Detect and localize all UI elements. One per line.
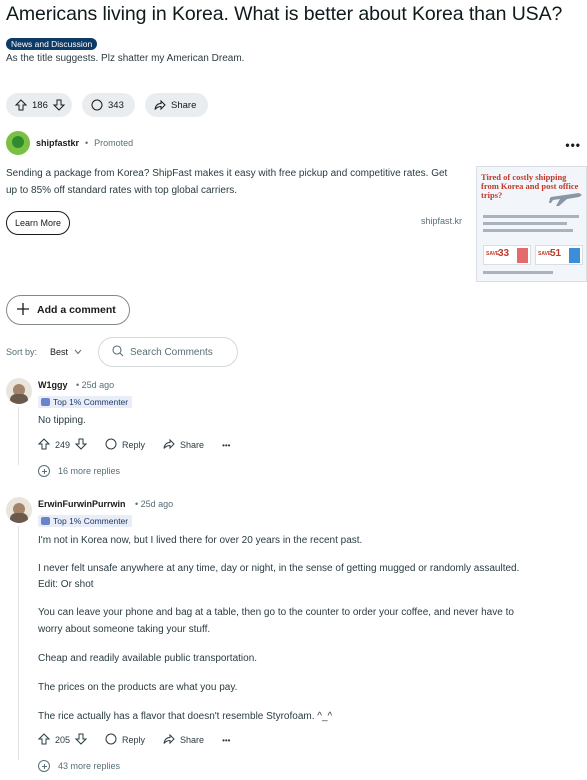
discount-box: SAVE 51 <box>535 245 583 265</box>
share-icon <box>154 99 166 111</box>
comment-text: Edit: Or shot <box>38 579 94 590</box>
sort-label: Sort by: <box>6 347 38 357</box>
airplane-icon <box>549 193 582 206</box>
upvote-icon[interactable] <box>37 438 51 452</box>
share-label: Share <box>171 99 197 111</box>
comment-time: • 25d ago <box>135 499 174 509</box>
search-placeholder: Search Comments <box>130 346 213 358</box>
comment-icon <box>91 99 103 111</box>
comment-author[interactable]: W1ggy <box>38 380 68 390</box>
ad-text: Sending a package from Korea? ShipFast m… <box>6 168 448 196</box>
share-icon <box>163 438 175 452</box>
thread-line <box>18 407 19 465</box>
comment-text: Cheap and readily available public trans… <box>38 653 258 664</box>
advertiser-name[interactable]: shipfastkr <box>36 138 79 148</box>
downvote-icon[interactable] <box>74 733 88 747</box>
comment-actions: 249 Reply Share ••• <box>37 438 230 452</box>
more-replies-label: 43 more replies <box>58 761 121 771</box>
commenter-badge: Top 1% Commenter <box>38 515 133 527</box>
add-comment-label: Add a comment <box>37 304 116 316</box>
ad-header: shipfastkr • Promoted <box>6 131 133 155</box>
discount-value: 33 <box>498 248 510 259</box>
plus-icon <box>16 302 30 319</box>
comment-text: I never felt unsafe anywhere at any time… <box>38 563 520 574</box>
comment-count: 343 <box>108 99 124 111</box>
post-body: As the title suggests. Plz shatter my Am… <box>6 53 245 64</box>
more-replies-link[interactable]: 43 more replies <box>38 760 120 772</box>
vote-count: 186 <box>32 99 48 111</box>
ad-fine-print-line <box>483 222 567 225</box>
comment-author[interactable]: ErwinFurwinPurrwin <box>38 499 126 509</box>
vote-pill: 186 <box>6 93 72 117</box>
more-options-button[interactable]: ••• <box>222 736 230 745</box>
ad-domain[interactable]: shipfast.kr <box>421 216 462 226</box>
more-options-button[interactable]: ••• <box>222 441 230 450</box>
more-replies-label: 16 more replies <box>58 466 121 476</box>
share-button[interactable]: Share <box>145 93 208 117</box>
upvote-icon[interactable] <box>37 733 51 747</box>
ad-options-button[interactable]: ••• <box>565 138 581 152</box>
comment-time-text: 25d ago <box>81 380 115 390</box>
discount-value: 51 <box>550 248 562 259</box>
thread-line <box>18 526 19 760</box>
upvote-icon[interactable] <box>15 99 27 111</box>
comment-text: The rice actually has a flavor that does… <box>38 711 333 722</box>
vote-count: 249 <box>55 440 71 450</box>
more-replies-link[interactable]: 16 more replies <box>38 465 120 477</box>
reply-button[interactable]: Reply <box>105 438 145 452</box>
comments-button[interactable]: 343 <box>82 93 135 117</box>
downvote-icon[interactable] <box>74 438 88 452</box>
learn-more-button[interactable]: Learn More <box>6 211 71 235</box>
carrier-tag <box>569 248 580 263</box>
comment-text: The prices on the products are what you … <box>38 682 238 693</box>
downvote-icon[interactable] <box>52 99 65 111</box>
reply-label: Reply <box>122 440 146 450</box>
comment-time: • 25d ago <box>76 380 115 390</box>
share-label: Share <box>180 735 205 745</box>
share-label: Share <box>180 440 205 450</box>
avatar[interactable] <box>6 497 32 523</box>
ad-image[interactable]: Tired of costly shipping from Korea and … <box>476 166 587 282</box>
flair-badge[interactable]: News and Discussion <box>6 38 98 50</box>
comment-text: worry about someone taking your stuff. <box>38 624 211 635</box>
chevron-down-icon <box>74 347 82 357</box>
ad-fine-print-line <box>483 229 573 232</box>
comment-time-text: 25d ago <box>140 499 174 509</box>
separator-dot: • <box>85 138 89 148</box>
discount-box: SAVE 33 <box>483 245 531 265</box>
comment-actions: 205 Reply Share ••• <box>37 733 230 747</box>
post-title: Americans living in Korea. What is bette… <box>6 3 563 25</box>
comment-text: No tipping. <box>38 415 86 426</box>
share-button[interactable]: Share <box>163 438 204 452</box>
add-comment-button[interactable]: Add a comment <box>6 295 130 325</box>
vote-count: 205 <box>55 735 71 745</box>
comment-text: You can leave your phone and bag at a ta… <box>38 607 514 618</box>
ad-fine-print-line <box>483 271 553 274</box>
comment-text: I'm not in Korea now, but I lived there … <box>38 535 363 546</box>
reply-button[interactable]: Reply <box>105 733 145 747</box>
commenter-badge: Top 1% Commenter <box>38 396 133 408</box>
plus-circle-icon <box>38 465 50 477</box>
reply-label: Reply <box>122 735 146 745</box>
vote-group: 249 <box>37 438 88 452</box>
comment-icon <box>105 733 117 747</box>
advertiser-avatar[interactable] <box>6 131 30 155</box>
vote-group: 205 <box>37 733 88 747</box>
plus-circle-icon <box>38 760 50 772</box>
promoted-label: Promoted <box>94 138 134 148</box>
sort-value: Best <box>50 347 69 357</box>
share-button[interactable]: Share <box>163 733 204 747</box>
comment-icon <box>105 438 117 452</box>
search-icon <box>112 344 124 360</box>
avatar[interactable] <box>6 378 32 404</box>
carrier-tag <box>517 248 528 263</box>
search-comments-input[interactable]: Search Comments <box>98 337 238 367</box>
share-icon <box>163 733 175 747</box>
ad-fine-print-line <box>483 215 579 218</box>
sort-dropdown[interactable]: Best <box>50 347 82 357</box>
